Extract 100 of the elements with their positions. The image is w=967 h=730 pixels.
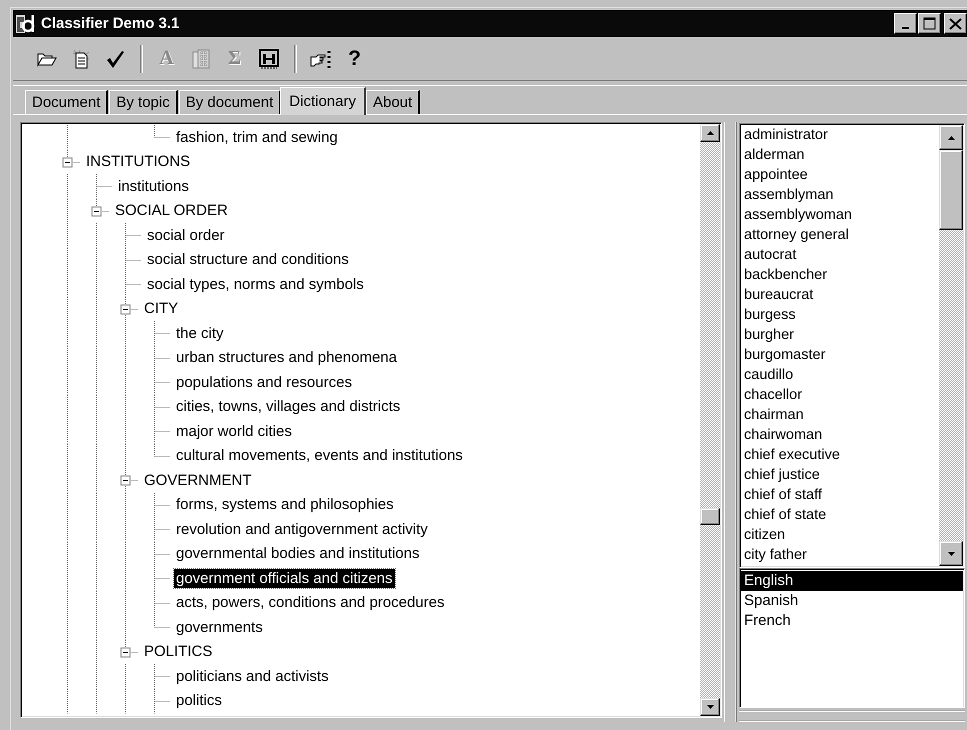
tree-item[interactable]: urban structures and phenomena: [174, 348, 399, 368]
scroll-down-button[interactable]: [700, 698, 720, 716]
tree-item[interactable]: major world cities: [174, 422, 294, 441]
tree-connector: [154, 320, 170, 346]
tree-connector: [154, 345, 170, 370]
scroll-down-button[interactable]: [939, 541, 963, 566]
splitter[interactable]: [724, 122, 737, 722]
tree-item[interactable]: government officials and citizens: [174, 568, 395, 588]
minimize-icon: [902, 26, 909, 28]
minus-box-icon[interactable]: [120, 647, 130, 657]
tree-item[interactable]: POLITICS: [142, 642, 214, 662]
tree-connector: [154, 688, 170, 714]
minimize-button[interactable]: [894, 13, 917, 34]
tree-item[interactable]: politics: [174, 691, 224, 710]
list-item[interactable]: burgess: [744, 305, 939, 325]
tree-connector: [154, 541, 170, 566]
up-arrow-icon: [948, 136, 954, 140]
tree-connector: [125, 222, 142, 248]
tree-item[interactable]: cities, towns, villages and districts: [174, 397, 402, 416]
list-item[interactable]: attorney general: [744, 225, 939, 245]
tree-line: [67, 124, 68, 150]
language-item[interactable]: Spanish: [741, 591, 963, 611]
document-grid-icon: [190, 48, 212, 70]
tree-item[interactable]: forms, systems and philosophies: [174, 495, 396, 514]
tree-item[interactable]: institutions: [116, 176, 191, 196]
tree-connector: [125, 272, 142, 297]
tree-item[interactable]: fashion, trim and sewing: [174, 128, 340, 147]
scroll-thumb[interactable]: [700, 508, 720, 525]
tree-connector: [154, 516, 170, 542]
help-button[interactable]: ?: [339, 44, 370, 72]
down-arrow-icon: [948, 552, 954, 556]
tree-item[interactable]: governments: [174, 618, 265, 637]
list-item[interactable]: alderman: [744, 145, 939, 165]
list-item[interactable]: chief executive: [744, 445, 939, 465]
tree-item[interactable]: SOCIAL ORDER: [113, 201, 230, 220]
maximize-button[interactable]: [918, 13, 941, 34]
frame-icon: [258, 48, 280, 70]
window-title: Classifier Demo 3.1: [41, 15, 180, 32]
tree-item[interactable]: revolution and antigovernment activity: [174, 520, 430, 539]
list-item[interactable]: chacellor: [744, 385, 939, 405]
tree-item[interactable]: acts, powers, conditions and procedures: [174, 593, 446, 612]
up-arrow-icon: [706, 131, 714, 135]
list-item[interactable]: chief justice: [744, 465, 939, 485]
tree-connector: [154, 664, 170, 689]
list-item[interactable]: chairman: [744, 405, 939, 425]
tab[interactable]: Document: [25, 90, 108, 114]
list-item[interactable]: city father: [744, 545, 939, 565]
list-item[interactable]: chairwoman: [744, 425, 939, 445]
tree-item[interactable]: cultural movements, events and institutions: [174, 446, 465, 466]
list-item[interactable]: assemblywoman: [744, 205, 939, 225]
scroll-thumb[interactable]: [939, 150, 963, 230]
tree-item[interactable]: populations and resources: [174, 372, 354, 392]
list-item[interactable]: assemblyman: [744, 185, 939, 205]
tree-item[interactable]: governmental bodies and institutions: [174, 544, 422, 564]
list-item[interactable]: chief of state: [744, 505, 939, 525]
list-item[interactable]: bureaucrat: [744, 285, 939, 305]
minus-box-icon[interactable]: [120, 304, 130, 314]
tab[interactable]: By topic: [109, 90, 178, 114]
list-item[interactable]: burgomaster: [744, 345, 939, 365]
tree-connector: [154, 370, 170, 395]
tree-item[interactable]: politicians and activists: [174, 666, 331, 686]
close-button[interactable]: [944, 13, 967, 34]
minus-box-icon[interactable]: [92, 206, 102, 216]
list-item[interactable]: administrator: [744, 125, 939, 145]
tree-item[interactable]: social order: [145, 226, 227, 245]
open-folder-icon: [36, 50, 56, 66]
tree-connector: [154, 124, 170, 138]
list-item[interactable]: citizen: [744, 525, 939, 545]
document-icon: [70, 48, 90, 68]
tree-connector: [125, 639, 138, 652]
tab[interactable]: By document: [178, 90, 282, 114]
list-item[interactable]: autocrat: [744, 245, 939, 265]
tab[interactable]: About: [366, 90, 420, 114]
tree-item[interactable]: social structure and conditions: [145, 250, 351, 270]
maximize-icon: [923, 17, 936, 30]
scroll-up-button[interactable]: [700, 124, 720, 142]
tree-connector: [154, 566, 170, 591]
list-item[interactable]: chief of staff: [744, 485, 939, 505]
tree-item[interactable]: social types, norms and symbols: [145, 274, 366, 294]
language-item[interactable]: French: [741, 611, 963, 631]
tree-connector: [154, 492, 170, 518]
minus-box-icon[interactable]: [62, 157, 72, 167]
list-item[interactable]: caudillo: [744, 365, 939, 385]
list-item[interactable]: appointee: [744, 165, 939, 185]
tree-item[interactable]: INSTITUTIONS: [84, 152, 192, 172]
tree-connector: [125, 247, 142, 272]
tree-connector: [67, 149, 80, 162]
tree-item[interactable]: the city: [174, 324, 226, 343]
list-item[interactable]: burgher: [744, 325, 939, 345]
language-item[interactable]: English: [741, 571, 963, 591]
scroll-up-button[interactable]: [939, 125, 963, 150]
tab[interactable]: Dictionary: [280, 87, 366, 115]
checkmark-icon: [104, 48, 124, 68]
close-icon: [949, 18, 962, 30]
minus-box-icon[interactable]: [120, 476, 130, 486]
down-arrow-icon: [706, 705, 714, 709]
tree-item[interactable]: CITY: [142, 299, 180, 318]
app-icon: [16, 14, 36, 34]
tree-item[interactable]: GOVERNMENT: [142, 470, 254, 490]
list-item[interactable]: backbencher: [744, 265, 939, 285]
